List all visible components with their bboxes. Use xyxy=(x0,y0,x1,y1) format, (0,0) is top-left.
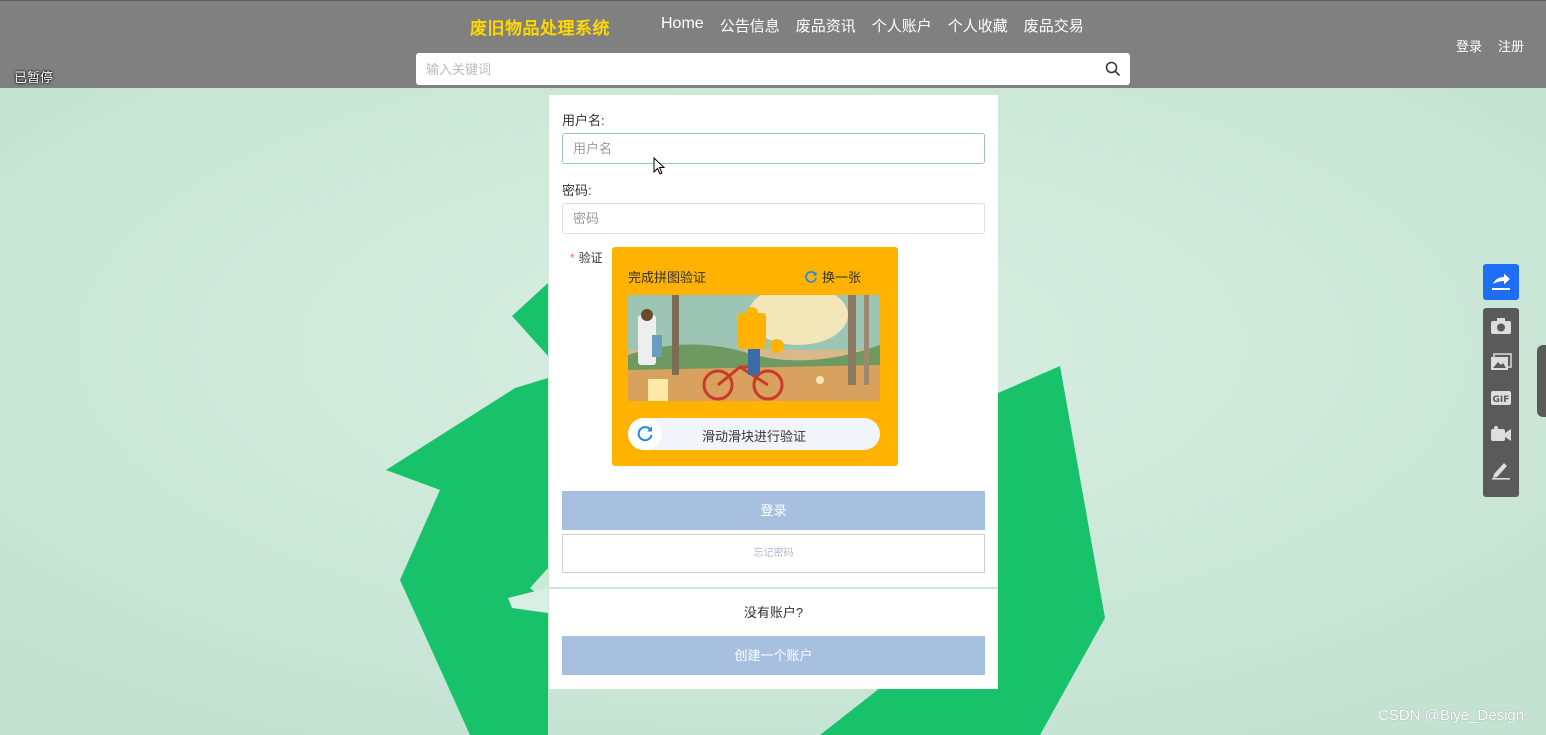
camera-icon xyxy=(1491,318,1511,334)
screenshot-toolbar: GIF xyxy=(1483,308,1519,497)
nav-favorites[interactable]: 个人收藏 xyxy=(948,15,1008,36)
gif-button[interactable]: GIF xyxy=(1483,380,1519,416)
forgot-password-button[interactable]: 忘记密码 xyxy=(562,534,985,573)
refresh-icon xyxy=(805,270,817,283)
login-link[interactable]: 登录 xyxy=(1456,36,1482,55)
slider-handle[interactable] xyxy=(628,418,662,450)
captcha-image xyxy=(628,295,880,401)
username-label: 用户名: xyxy=(562,113,605,128)
captcha-title: 完成拼图验证 xyxy=(628,270,707,285)
no-account-text: 没有账户? xyxy=(743,605,804,620)
register-link[interactable]: 注册 xyxy=(1498,36,1524,55)
captcha-refresh-button[interactable]: 换一张 xyxy=(804,267,861,286)
top-navbar: 废旧物品处理系统 Home 公告信息 废品资讯 个人账户 个人收藏 废品交易 登… xyxy=(0,0,1546,88)
svg-text:GIF: GIF xyxy=(1493,395,1510,405)
auth-links: 登录 注册 xyxy=(1456,36,1524,55)
brand-title[interactable]: 废旧物品处理系统 xyxy=(470,14,610,39)
edit-button[interactable] xyxy=(1483,452,1519,488)
username-input[interactable] xyxy=(562,133,985,164)
share-button[interactable] xyxy=(1483,264,1519,300)
refresh-icon xyxy=(637,426,653,442)
main-nav: Home 公告信息 废品资讯 个人账户 个人收藏 废品交易 xyxy=(661,15,1100,36)
camera-button[interactable] xyxy=(1483,308,1519,344)
slider-text: 滑动滑块进行验证 xyxy=(701,429,806,444)
nav-announcements[interactable]: 公告信息 xyxy=(720,15,780,36)
verify-label-text: 验证 xyxy=(578,251,603,265)
login-form: 用户名: 密码: *验证 完成拼图验证 换一张 xyxy=(549,95,998,587)
verify-label: * 验证 xyxy=(570,251,603,265)
search-input[interactable] xyxy=(416,54,1096,84)
nav-home[interactable]: Home xyxy=(661,15,704,36)
watermark: CSDN @Biye_Design xyxy=(1378,707,1525,724)
edit-icon xyxy=(1492,463,1510,480)
puzzle-captcha: 完成拼图验证 换一张 滑动滑块进行验证 xyxy=(612,247,898,466)
side-drawer-tab[interactable] xyxy=(1537,345,1546,417)
video-icon xyxy=(1491,426,1511,441)
gif-icon: GIF xyxy=(1491,391,1511,405)
login-button[interactable]: 登录 xyxy=(562,491,985,530)
search-bar xyxy=(416,53,1130,85)
nav-personal-account[interactable]: 个人账户 xyxy=(872,15,932,36)
search-icon[interactable] xyxy=(1105,61,1121,77)
nav-waste-trading[interactable]: 废品交易 xyxy=(1024,15,1084,36)
create-account-button[interactable]: 创建一个账户 xyxy=(562,636,985,675)
image-icon xyxy=(1491,353,1512,370)
image-button[interactable] xyxy=(1483,344,1519,380)
password-input[interactable] xyxy=(562,203,985,234)
share-icon xyxy=(1492,273,1510,290)
paused-indicator: 已暂停 xyxy=(14,70,54,85)
video-button[interactable] xyxy=(1483,416,1519,452)
password-label: 密码: xyxy=(562,183,592,198)
captcha-slider[interactable]: 滑动滑块进行验证 xyxy=(628,418,880,450)
cursor-icon xyxy=(653,157,665,175)
captcha-refresh-label: 换一张 xyxy=(822,270,862,285)
register-panel: 没有账户? 创建一个账户 xyxy=(549,589,998,689)
nav-waste-news[interactable]: 废品资讯 xyxy=(796,15,856,36)
